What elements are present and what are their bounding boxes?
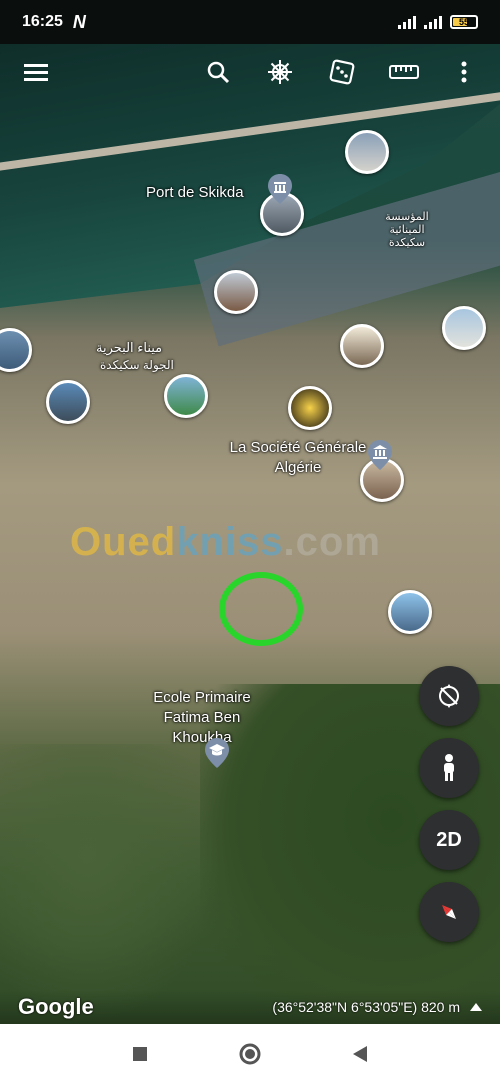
photo-pin[interactable] — [340, 324, 384, 368]
museum-pin-icon[interactable] — [268, 174, 292, 204]
pegman-icon — [444, 754, 454, 781]
google-logo: Google — [18, 994, 94, 1019]
feeling-lucky-button[interactable] — [324, 54, 360, 90]
measure-button[interactable] — [386, 54, 422, 90]
photo-pin[interactable] — [288, 386, 332, 430]
north-compass-icon — [442, 905, 456, 919]
search-icon — [207, 61, 230, 84]
recents-button[interactable] — [125, 1039, 155, 1069]
compass-button[interactable] — [419, 882, 479, 942]
expand-triangle-icon[interactable] — [470, 1003, 482, 1011]
status-time: 16:25 — [22, 13, 63, 30]
signal-icon-2 — [424, 15, 442, 29]
menu-button[interactable] — [18, 54, 54, 90]
port-arabic-label[interactable]: ميناء البحرية — [96, 340, 162, 356]
signal-icon — [398, 15, 416, 29]
hamburger-menu-icon — [24, 64, 48, 81]
dice-icon — [329, 59, 355, 85]
more-options-button[interactable] — [446, 54, 482, 90]
photo-pin[interactable] — [388, 590, 432, 634]
company-arabic-label[interactable]: المؤسسة المينائية سكيكدة — [372, 210, 442, 249]
photo-pin[interactable] — [46, 380, 90, 424]
coordinates-text: (36°52'38"N 6°53'05"E) 820 m — [272, 999, 460, 1015]
battery-icon: 55 — [450, 15, 478, 29]
photo-pin[interactable] — [442, 306, 486, 350]
ruler-icon — [389, 65, 419, 79]
watermark: Ouedkniss.com — [70, 520, 381, 564]
more-vertical-icon — [461, 61, 467, 83]
school-pin-icon[interactable] — [205, 738, 229, 768]
school-label[interactable]: Ecole Primaire Fatima Ben Khoukha — [132, 688, 272, 748]
search-button[interactable] — [200, 54, 236, 90]
bank-label[interactable]: La Société Générale Algérie — [228, 438, 368, 478]
photo-pin[interactable] — [164, 374, 208, 418]
compass-reset-icon — [439, 684, 459, 708]
back-button[interactable] — [345, 1039, 375, 1069]
voyager-button[interactable] — [262, 54, 298, 90]
forest-area-2 — [0, 744, 220, 1024]
attribution-bar: Google (36°52'38"N 6°53'05"E) 820 m — [0, 990, 500, 1024]
notification-n-icon: N — [72, 11, 86, 32]
square-icon — [133, 1047, 147, 1061]
top-toolbar — [0, 54, 500, 90]
battery-level: 55 — [458, 17, 469, 27]
photo-pin[interactable] — [345, 130, 389, 174]
bank-pin-icon[interactable] — [368, 440, 392, 470]
ship-wheel-icon — [268, 60, 292, 84]
port-arabic-label-2[interactable]: الجولة سكيكدة — [100, 358, 174, 372]
highlight-circle — [219, 572, 303, 646]
status-bar: 16:25 N 55 — [0, 0, 500, 44]
map-view[interactable]: Port de Skikda المؤسسة المينائية سكيكدة … — [0, 44, 500, 1024]
photo-pin[interactable] — [0, 328, 32, 372]
circle-icon — [239, 1043, 261, 1065]
port-label[interactable]: Port de Skikda — [146, 184, 244, 201]
system-nav-bar — [0, 1024, 500, 1084]
coordinates-readout[interactable]: (36°52'38"N 6°53'05"E) 820 m — [272, 999, 482, 1015]
2d-toggle-button[interactable]: 2D — [419, 810, 479, 870]
triangle-back-icon — [353, 1046, 367, 1062]
street-view-button[interactable] — [419, 738, 479, 798]
reset-tilt-button[interactable] — [419, 666, 479, 726]
photo-pin[interactable] — [214, 270, 258, 314]
status-icons: 55 — [398, 15, 478, 29]
home-button[interactable] — [235, 1039, 265, 1069]
